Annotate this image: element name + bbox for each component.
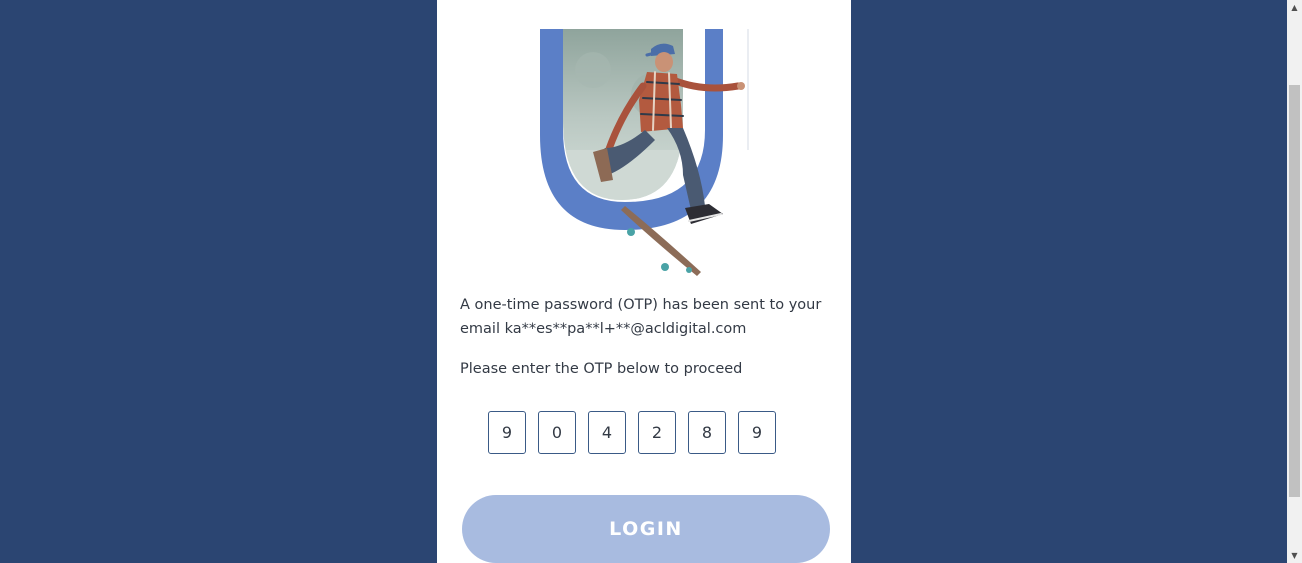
otp-digit-2[interactable]: 0 xyxy=(538,411,576,454)
scroll-up-icon[interactable]: ▲ xyxy=(1287,0,1302,15)
skateboarder-illustration xyxy=(540,29,749,276)
scroll-thumb[interactable] xyxy=(1289,85,1300,497)
otp-digit-1[interactable]: 9 xyxy=(488,411,526,454)
otp-digit-5[interactable]: 8 xyxy=(688,411,726,454)
scroll-down-icon[interactable]: ▼ xyxy=(1287,548,1302,563)
login-button[interactable]: LOGIN xyxy=(462,495,830,563)
page: A one-time password (OTP) has been sent … xyxy=(0,0,1302,563)
otp-sent-message: A one-time password (OTP) has been sent … xyxy=(460,293,830,341)
otp-digit-4[interactable]: 2 xyxy=(638,411,676,454)
otp-input-group: 9 0 4 2 8 9 xyxy=(488,411,776,454)
login-card: A one-time password (OTP) has been sent … xyxy=(437,0,851,563)
otp-digit-3[interactable]: 4 xyxy=(588,411,626,454)
otp-digit-6[interactable]: 9 xyxy=(738,411,776,454)
otp-sent-line-1: A one-time password (OTP) has been sent … xyxy=(460,297,822,313)
otp-prompt: Please enter the OTP below to proceed xyxy=(460,361,743,377)
otp-sent-line-2: email ka**es**pa**l+**@acldigital.com xyxy=(460,321,747,337)
page-scrollbar[interactable]: ▲ ▼ xyxy=(1287,0,1302,563)
